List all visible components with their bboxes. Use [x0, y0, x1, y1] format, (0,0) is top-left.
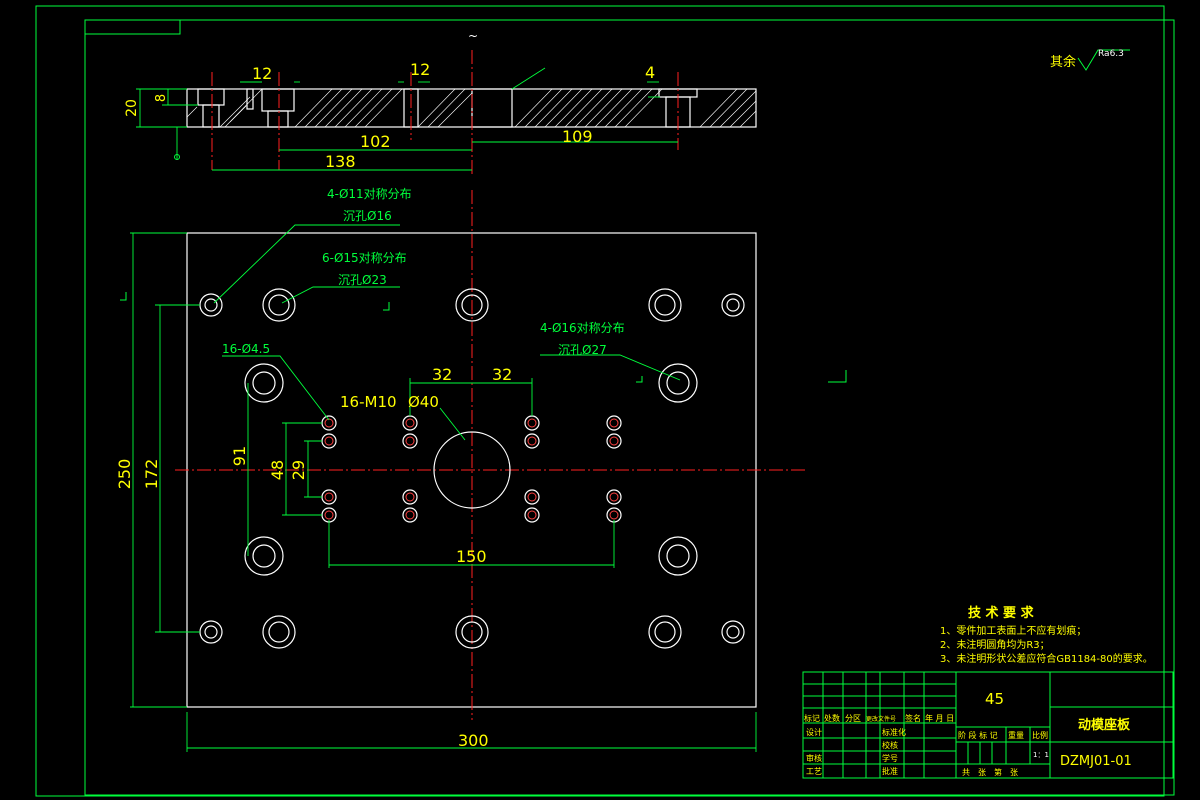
dim-150: 150	[456, 547, 487, 566]
dim-138: 138	[325, 152, 356, 171]
dim-172: 172	[142, 459, 161, 490]
tb-row-std: 标准化	[882, 727, 906, 737]
tb-material: 45	[985, 690, 1004, 708]
outer-frame	[35, 5, 1165, 797]
surface-note-prefix: 其余	[1050, 54, 1076, 70]
dim-hole-b: 12	[410, 60, 430, 79]
tb-header-mark: 标记	[804, 713, 820, 723]
tech-req-item-3: 3、未注明形状公差应符合GB1184-80的要求。	[940, 652, 1153, 665]
tb-col-student: 学号	[882, 753, 898, 763]
top-mark: ~	[468, 29, 478, 43]
tb-part-name: 动模座板	[1078, 717, 1131, 733]
tb-stage-weight: 重量	[1008, 730, 1024, 740]
tech-req-item-2: 2、未注明圆角均为R3；	[940, 638, 1050, 651]
dim-thickness: 20	[124, 99, 140, 117]
dim-300: 300	[458, 731, 489, 750]
tb-header-count: 处数	[824, 713, 840, 723]
technical-requirements: 技 术 要 求 1、零件加工表面上不应有划痕； 2、未注明圆角均为R3； 3、未…	[940, 605, 1153, 665]
callout-d11-line1: 4-Ø11对称分布	[327, 187, 412, 201]
dim-48: 48	[268, 460, 287, 480]
dim-102: 102	[360, 132, 391, 151]
tb-row-design: 设计	[806, 727, 822, 737]
tb-row-review: 审核	[806, 753, 822, 763]
title-block: 45 动模座板 DZMJ01-01 标记 处数 分区 更改文件号 签名 年 月 …	[802, 671, 1174, 779]
tb-stage-mark: 阶 段 标 记	[958, 730, 998, 740]
tb-header-sign: 签名	[905, 713, 921, 723]
dim-91: 91	[230, 446, 249, 466]
tb-stage-scale: 比例	[1032, 730, 1048, 740]
callout-d15-line1: 6-Ø15对称分布	[322, 251, 407, 265]
tb-header-date: 年 月 日	[925, 713, 954, 723]
tb-row-process: 工艺	[806, 767, 822, 776]
dim-250: 250	[115, 459, 134, 490]
dim-109: 109	[562, 127, 593, 146]
callout-d16-line1: 4-Ø16对称分布	[540, 321, 625, 335]
tb-header-zone: 分区	[845, 714, 861, 723]
tb-col-check: 校核	[882, 740, 898, 750]
tb-header-doc: 更改文件号	[866, 715, 896, 723]
dim-32-left: 32	[432, 365, 452, 384]
plan-view: 4-Ø11对称分布 沉孔Ø16 6-Ø15对称分布 沉孔Ø23 4-Ø16对称分…	[115, 187, 847, 752]
dim-counterbore-depth: 8	[154, 94, 169, 102]
tb-drawing-no: DZMJ01-01	[1060, 754, 1132, 769]
callout-d11-line2: 沉孔Ø16	[343, 209, 392, 223]
top-label-box	[84, 19, 181, 35]
cad-drawing: ~ 其余 Ra6.3 20 8 12 12 4 102 109 138 4-Ø1…	[35, 5, 1175, 797]
dim-29: 29	[289, 460, 308, 480]
callout-d15-line2: 沉孔Ø23	[338, 273, 387, 287]
callout-d4-5: 16-Ø4.5	[222, 342, 270, 356]
dim-hole-c: 4	[645, 63, 655, 82]
tech-req-item-1: 1、零件加工表面上不应有划痕；	[940, 624, 1086, 637]
section-view: 20 8 12 12 4 102 109 138	[124, 50, 757, 175]
tb-sheet: 共 张 第 张	[962, 767, 1018, 777]
callout-d40: Ø40	[408, 393, 439, 411]
surface-note-roughness: Ra6.3	[1098, 49, 1124, 59]
tb-col-approve: 批准	[882, 766, 898, 776]
callout-m10: 16-M10	[340, 393, 397, 411]
callout-d16-line2: 沉孔Ø27	[558, 343, 607, 357]
dim-32-right: 32	[492, 365, 512, 384]
tb-scale: 1：1	[1033, 751, 1049, 759]
dim-hole-a: 12	[252, 64, 272, 83]
tech-req-title: 技 术 要 求	[968, 605, 1035, 621]
